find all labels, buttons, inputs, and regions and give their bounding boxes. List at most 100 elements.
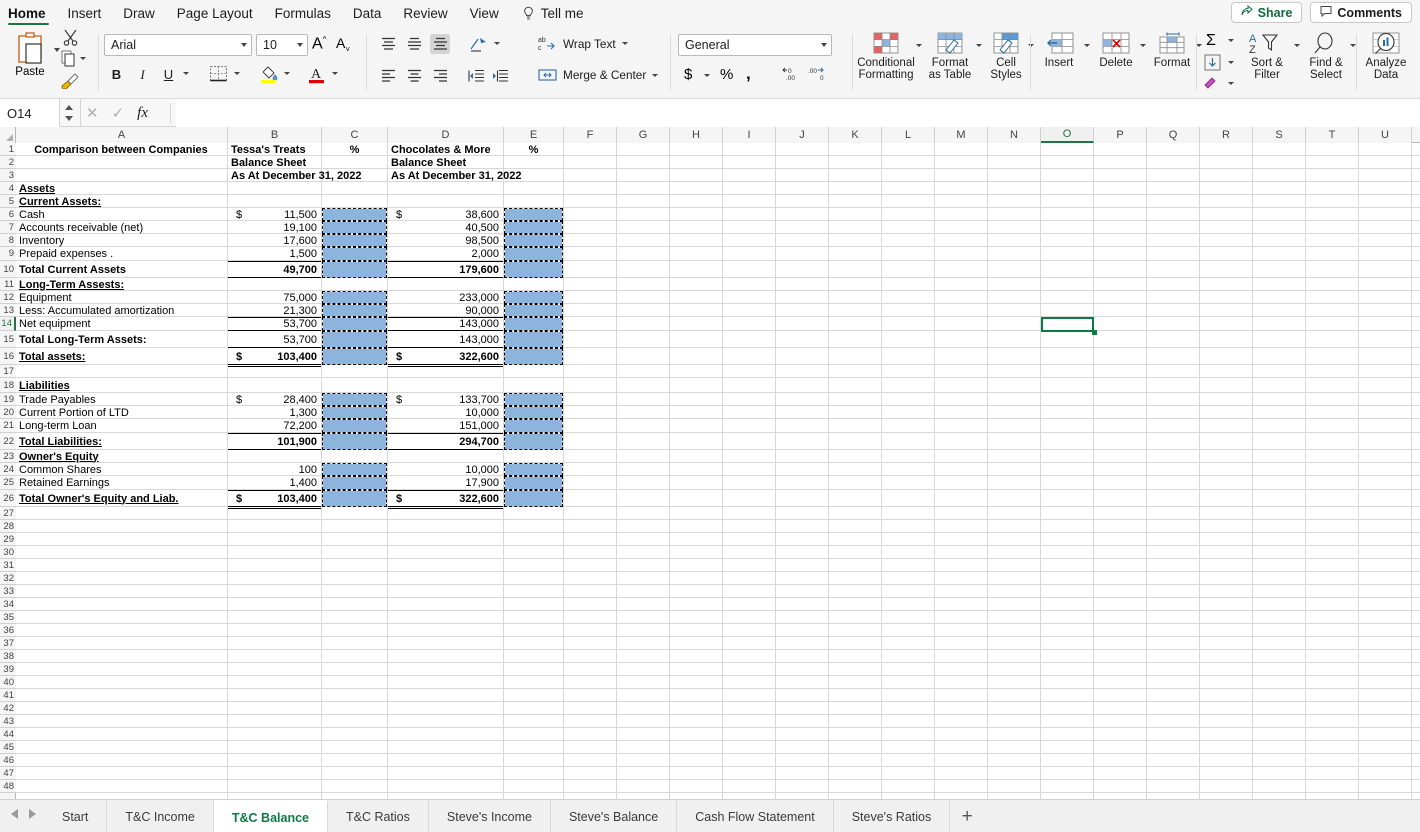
underline-chevron-down-icon[interactable] [183, 72, 189, 75]
format-cells-button[interactable]: Format [1150, 32, 1194, 69]
currency-chevron-down-icon[interactable] [704, 74, 710, 77]
column-header-u[interactable]: U [1359, 127, 1412, 143]
row-header-21[interactable]: 21 [0, 419, 16, 433]
cell-D8[interactable]: 98,500 [388, 234, 503, 247]
cell-D12[interactable]: 233,000 [388, 291, 503, 304]
cell-D1[interactable]: Chocolates & More [388, 143, 503, 156]
row-header-22[interactable]: 22 [0, 433, 16, 450]
row-header-42[interactable]: 42 [0, 702, 16, 715]
cell-D3[interactable]: As At December 31, 2022 [388, 169, 548, 182]
cell-B24[interactable]: 100 [228, 463, 321, 476]
row-header-6[interactable]: 6 [0, 208, 16, 221]
column-header-g[interactable]: G [617, 127, 670, 143]
format-painter-button[interactable] [60, 72, 79, 94]
row-header-1[interactable]: 1 [0, 143, 16, 156]
cell-B13[interactable]: 21,300 [228, 304, 321, 317]
sheet-tab-t-c-income[interactable]: T&C Income [107, 800, 214, 832]
increase-font-size-button[interactable]: A^ [312, 35, 326, 53]
copy-chevron-down-icon[interactable] [80, 57, 86, 60]
name-box-spinner[interactable] [62, 104, 76, 122]
share-button[interactable]: Share [1230, 2, 1303, 23]
name-box[interactable]: O14 [0, 99, 60, 127]
menu-item-page-layout[interactable]: Page Layout [166, 0, 264, 26]
cell-D15[interactable]: 143,000 [388, 331, 503, 348]
cell-D7[interactable]: 40,500 [388, 221, 503, 234]
row-header-39[interactable]: 39 [0, 663, 16, 676]
align-top-button[interactable] [378, 34, 398, 54]
row-header-4[interactable]: 4 [0, 182, 16, 195]
cell-A23[interactable]: Owner's Equity [16, 450, 227, 463]
cell-A7[interactable]: Accounts receivable (net) [16, 221, 227, 234]
cell-A26[interactable]: Total Owner's Equity and Liab. [16, 490, 227, 507]
prev-sheet-icon[interactable] [8, 809, 18, 819]
paste-button[interactable]: Paste [8, 31, 52, 78]
sheet-tab-start[interactable]: Start [44, 800, 108, 832]
sort-filter-button[interactable]: A Z Sort & Filter [1244, 32, 1290, 81]
cell-B3[interactable]: As At December 31, 2022 [228, 169, 388, 182]
row-header-43[interactable]: 43 [0, 715, 16, 728]
row-header-9[interactable]: 9 [0, 247, 16, 261]
cell-B7[interactable]: 19,100 [228, 221, 321, 234]
cell-B10[interactable]: 49,700 [228, 261, 321, 278]
cell-D25[interactable]: 17,900 [388, 476, 503, 490]
cell-B15[interactable]: 53,700 [228, 331, 321, 348]
row-header-44[interactable]: 44 [0, 728, 16, 741]
row-header-48[interactable]: 48 [0, 780, 16, 793]
insert-chevron-down-icon[interactable] [1084, 44, 1090, 47]
cell-A11[interactable]: Long-Term Assests: [16, 278, 227, 291]
font-size-select[interactable]: 10 [256, 34, 308, 56]
menu-item-data[interactable]: Data [342, 0, 393, 26]
column-header-b[interactable]: B [228, 127, 322, 143]
cell-A10[interactable]: Total Current Assets [16, 261, 227, 278]
row-header-31[interactable]: 31 [0, 559, 16, 572]
column-header-d[interactable]: D [388, 127, 504, 143]
cell-B12[interactable]: 75,000 [228, 291, 321, 304]
increase-indent-button[interactable] [490, 66, 510, 86]
cell-B19[interactable]: $ [233, 393, 253, 406]
currency-format-button[interactable]: $ [684, 66, 692, 83]
active-cell-selection[interactable] [1041, 317, 1094, 332]
align-right-button[interactable] [430, 66, 450, 86]
row-header-26[interactable]: 26 [0, 490, 16, 507]
cell-A22[interactable]: Total Liabilities: [16, 433, 227, 450]
row-header-5[interactable]: 5 [0, 195, 16, 208]
row-header-8[interactable]: 8 [0, 234, 16, 247]
cell-D21[interactable]: 151,000 [388, 419, 503, 433]
row-header-45[interactable]: 45 [0, 741, 16, 754]
row-header-2[interactable]: 2 [0, 156, 16, 169]
cell-D24[interactable]: 10,000 [388, 463, 503, 476]
cell-B21[interactable]: 72,200 [228, 419, 321, 433]
row-header-35[interactable]: 35 [0, 611, 16, 624]
insert-function-icon[interactable]: fx [137, 105, 148, 122]
sheet-tab-steve-s-income[interactable]: Steve's Income [428, 800, 551, 832]
autosum-button[interactable]: Σ [1206, 32, 1216, 50]
row-header-30[interactable]: 30 [0, 546, 16, 559]
cell-D10[interactable]: 179,600 [388, 261, 503, 278]
column-header-n[interactable]: N [988, 127, 1041, 143]
column-header-r[interactable]: R [1200, 127, 1253, 143]
cell-B1[interactable]: Tessa's Treats [228, 143, 321, 156]
column-header-m[interactable]: M [935, 127, 988, 143]
cell-styles-button[interactable]: Cell Styles [986, 32, 1026, 81]
cell-A4[interactable]: Assets [16, 182, 227, 195]
row-header-11[interactable]: 11 [0, 278, 16, 291]
cell-A6[interactable]: Cash [16, 208, 227, 221]
cancel-icon[interactable]: ✕ [86, 104, 99, 122]
clear-chevron-down-icon[interactable] [1228, 82, 1234, 85]
sheet-tab-cash-flow-statement[interactable]: Cash Flow Statement [677, 800, 834, 832]
comments-button[interactable]: Comments [1310, 2, 1412, 23]
cell-D6[interactable]: $ [393, 208, 413, 221]
cell-styles-chevron-down-icon[interactable] [1028, 44, 1034, 47]
row-header-33[interactable]: 33 [0, 585, 16, 598]
insert-cells-button[interactable]: Insert [1036, 32, 1082, 69]
column-header-h[interactable]: H [670, 127, 723, 143]
row-header-37[interactable]: 37 [0, 637, 16, 650]
cell-A5[interactable]: Current Assets: [16, 195, 227, 208]
row-header-14[interactable]: 14 [0, 317, 16, 331]
menu-item-home[interactable]: Home [0, 0, 57, 26]
formula-input[interactable] [176, 99, 1420, 127]
enter-check-icon[interactable]: ✓ [112, 104, 125, 122]
cell-D20[interactable]: 10,000 [388, 406, 503, 419]
row-header-18[interactable]: 18 [0, 378, 16, 393]
delete-cells-button[interactable]: Delete [1094, 32, 1138, 69]
